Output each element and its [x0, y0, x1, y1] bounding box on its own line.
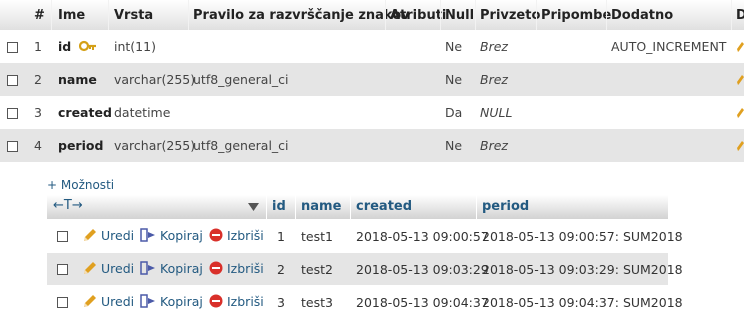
cell-name: test3 [301, 295, 333, 310]
sort-arrows-icon[interactable]: ←T→ [53, 198, 83, 213]
column-name: created [58, 105, 112, 120]
column-default: Brez [480, 39, 508, 54]
delete-icon [209, 294, 223, 308]
column-name: id [58, 39, 97, 54]
column-type: varchar(255) [114, 138, 196, 153]
cell-period: 2018-05-13 09:04:37: SUM2018 [482, 295, 683, 310]
copy-icon [140, 294, 155, 308]
cell-period: 2018-05-13 09:03:29: SUM2018 [482, 262, 683, 277]
row-checkbox[interactable] [7, 75, 18, 86]
col-header-collation[interactable]: Pravilo za razvrščanje znakov [193, 8, 410, 23]
col-header-extra[interactable]: Dodatno [611, 8, 673, 23]
structure-row: 4 period varchar(255) utf8_general_ci Ne… [0, 129, 744, 162]
column-null: Da [445, 105, 463, 120]
col-header-created[interactable]: created [356, 199, 412, 214]
result-row: Uredi Kopiraj Izbriši 3 test3 2018-05-13… [47, 286, 683, 318]
column-extra: AUTO_INCREMENT [611, 39, 727, 54]
row-checkbox[interactable] [7, 108, 18, 119]
structure-header-row: # Ime Vrsta Pravilo za razvrščanje znako… [0, 0, 744, 30]
column-null: Ne [445, 39, 463, 54]
pencil-icon[interactable] [736, 107, 744, 119]
column-null: Ne [445, 138, 463, 153]
column-type: int(11) [114, 39, 156, 54]
delete-button[interactable]: Izbriši [209, 261, 264, 276]
pencil-icon [84, 295, 96, 307]
result-row: Uredi Kopiraj Izbriši 1 test1 2018-05-13… [47, 220, 683, 252]
pencil-icon [84, 262, 96, 274]
column-type: varchar(255) [114, 72, 196, 87]
edit-button[interactable]: Uredi [83, 228, 134, 243]
column-null: Ne [445, 72, 463, 87]
results-header-row: ←T→ id name created period [47, 195, 668, 219]
row-checkbox[interactable] [57, 264, 68, 275]
column-default: Brez [480, 138, 508, 153]
col-header-number: # [34, 8, 45, 23]
cell-id: 1 [277, 229, 285, 244]
column-collation: utf8_general_ci [193, 72, 289, 87]
pencil-icon[interactable] [736, 41, 744, 53]
column-default: NULL [480, 105, 513, 120]
cell-created: 2018-05-13 09:03:29 [356, 262, 489, 277]
copy-button[interactable]: Kopiraj [140, 294, 203, 309]
col-header-name[interactable]: name [301, 199, 341, 214]
structure-row: 1 id int(11) Ne Brez AUTO_INCREMENT [0, 30, 744, 63]
col-header-default[interactable]: Privzeto [480, 8, 540, 23]
structure-row: 3 created datetime Da NULL [0, 96, 744, 129]
cell-id: 3 [277, 295, 285, 310]
column-default: Brez [480, 72, 508, 87]
row-number: 4 [34, 138, 42, 153]
delete-icon [209, 261, 223, 275]
col-header-id[interactable]: id [272, 199, 286, 214]
col-header-attributes[interactable]: Atributi [390, 8, 446, 23]
col-header-type[interactable]: Vrsta [114, 8, 153, 23]
cell-id: 2 [277, 262, 285, 277]
column-name: name [58, 72, 97, 87]
row-checkbox[interactable] [7, 42, 18, 53]
cell-period: 2018-05-13 09:00:57: SUM2018 [482, 229, 683, 244]
copy-icon [140, 228, 155, 242]
row-number: 2 [34, 72, 42, 87]
pencil-icon[interactable] [736, 140, 744, 152]
copy-icon [140, 261, 155, 275]
cell-created: 2018-05-13 09:04:37 [356, 295, 489, 310]
row-checkbox[interactable] [57, 231, 68, 242]
delete-icon [209, 228, 223, 242]
row-number: 1 [34, 39, 42, 54]
copy-button[interactable]: Kopiraj [140, 228, 203, 243]
primary-key-icon [78, 40, 96, 52]
edit-button[interactable]: Uredi [83, 294, 134, 309]
col-header-name[interactable]: Ime [58, 8, 85, 23]
row-checkbox[interactable] [57, 297, 68, 308]
column-name: period [58, 138, 104, 153]
pencil-icon [84, 229, 96, 241]
dropdown-triangle-icon[interactable] [248, 203, 259, 211]
result-row: Uredi Kopiraj Izbriši 2 test2 2018-05-13… [47, 253, 683, 285]
cell-name: test2 [301, 262, 333, 277]
edit-button[interactable]: Uredi [83, 261, 134, 276]
row-number: 3 [34, 105, 42, 120]
col-header-period[interactable]: period [482, 199, 529, 214]
structure-row: 2 name varchar(255) utf8_general_ci Ne B… [0, 63, 744, 96]
delete-button[interactable]: Izbriši [209, 228, 264, 243]
cell-name: test1 [301, 229, 333, 244]
delete-button[interactable]: Izbriši [209, 294, 264, 309]
pencil-icon[interactable] [736, 74, 744, 86]
col-header-null[interactable]: Null [445, 8, 474, 23]
options-link[interactable]: + Možnosti [47, 178, 114, 192]
copy-button[interactable]: Kopiraj [140, 261, 203, 276]
row-checkbox[interactable] [7, 141, 18, 152]
col-header-comments[interactable]: Pripombe [541, 8, 611, 23]
col-header-action[interactable]: D [736, 8, 744, 23]
column-collation: utf8_general_ci [193, 138, 289, 153]
column-type: datetime [114, 105, 171, 120]
cell-created: 2018-05-13 09:00:57 [356, 229, 489, 244]
